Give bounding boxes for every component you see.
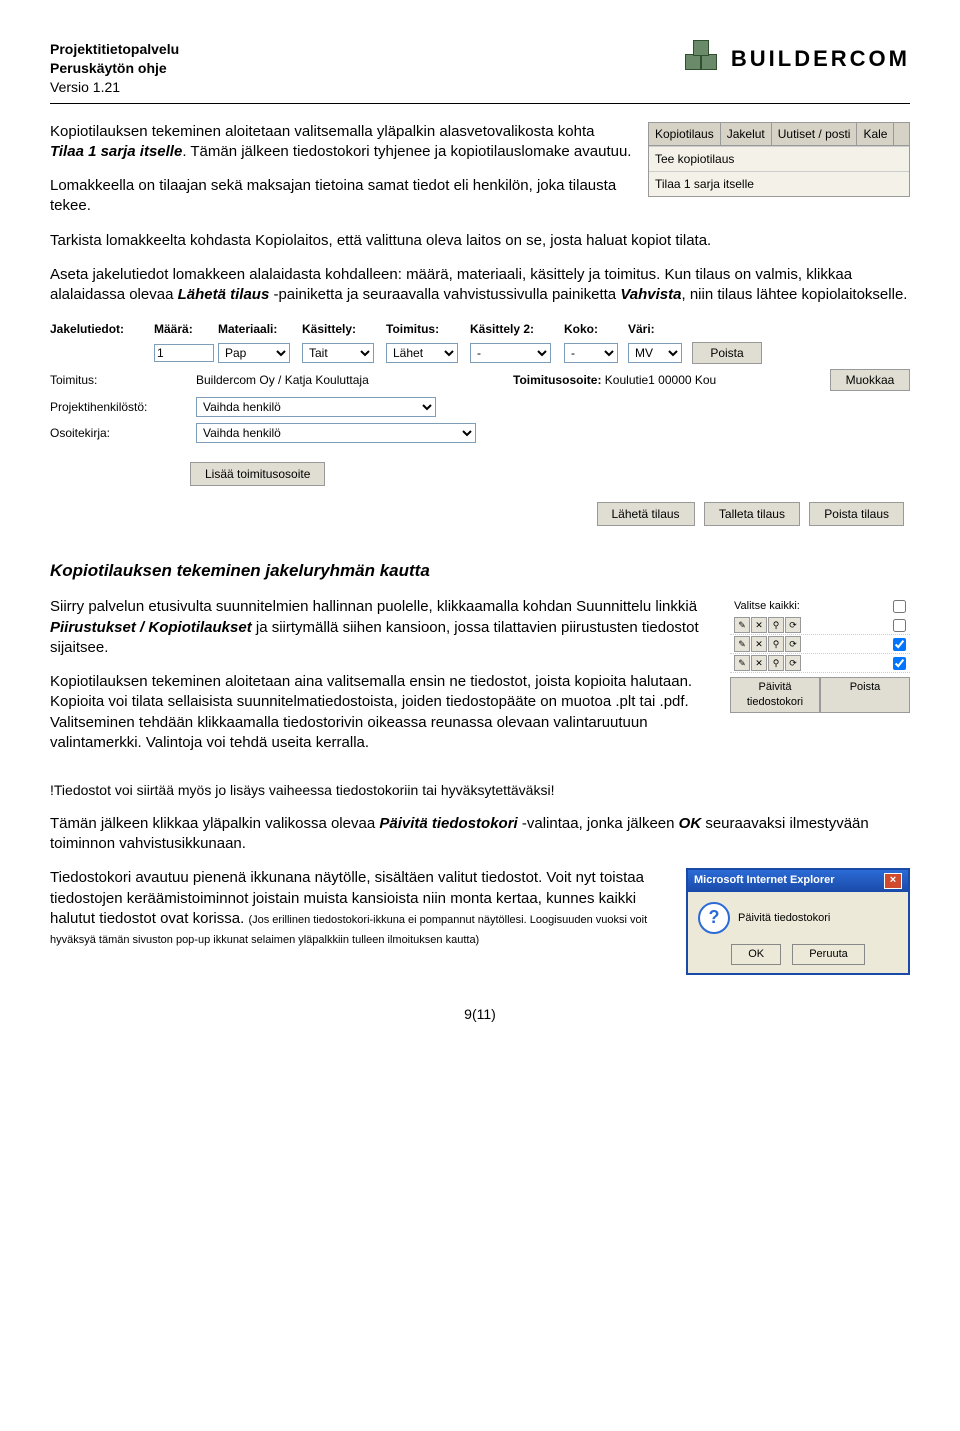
file-checkbox[interactable] xyxy=(893,619,906,632)
qty-input[interactable] xyxy=(154,344,214,362)
refresh-basket-button[interactable]: Päivitä tiedostokori xyxy=(730,677,820,713)
delete-order-button[interactable]: Poista tilaus xyxy=(809,502,904,526)
menu-item[interactable]: Tilaa 1 sarja itselle xyxy=(649,171,909,196)
logo-text: BUILDERCOM xyxy=(731,44,910,74)
delivery-value: Buildercom Oy / Katja Kouluttaja xyxy=(196,372,507,388)
form-label: Väri: xyxy=(628,321,688,337)
select-all-label: Valitse kaikki: xyxy=(734,599,800,614)
file-action-icons[interactable]: ✎✕⚲⟳ xyxy=(734,636,802,652)
menu-tab[interactable]: Uutiset / posti xyxy=(772,123,858,145)
save-order-button[interactable]: Talleta tilaus xyxy=(704,502,800,526)
edit-button[interactable]: Muokkaa xyxy=(830,369,910,391)
header-meta: Projektitietopalvelu Peruskäytön ohje Ve… xyxy=(50,40,179,97)
add-address-button[interactable]: Lisää toimitusosoite xyxy=(190,462,325,486)
note: !Tiedostot voi siirtää myös jo lisäys va… xyxy=(50,781,910,800)
handling-select[interactable]: Tait xyxy=(302,343,374,363)
color-select[interactable]: MV xyxy=(628,343,682,363)
form-label: Määrä: xyxy=(154,321,214,337)
doc-title-1: Projektitietopalvelu xyxy=(50,40,179,59)
menu-item[interactable]: Tee kopiotilaus xyxy=(649,146,909,171)
form-label: Jakelutiedot: xyxy=(50,321,150,337)
dialog-title: Microsoft Internet Explorer xyxy=(694,873,835,889)
file-list-screenshot: Valitse kaikki: ✎✕⚲⟳ ✎✕⚲⟳ ✎✕⚲⟳ Päivitä t… xyxy=(730,597,910,713)
menu-screenshot: Kopiotilaus Jakelut Uutiset / posti Kale… xyxy=(648,122,910,198)
handling2-select[interactable]: - xyxy=(470,343,551,363)
file-action-icons[interactable]: ✎✕⚲⟳ xyxy=(734,655,802,671)
paragraph: Tämän jälkeen klikkaa yläpalkin valikoss… xyxy=(50,814,910,855)
menu-tab[interactable]: Jakelut xyxy=(721,123,772,145)
menu-tab[interactable]: Kale xyxy=(857,123,894,145)
file-action-icons[interactable]: ✎✕⚲⟳ xyxy=(734,617,802,633)
delete-row-button[interactable]: Poista xyxy=(692,342,762,364)
send-order-button[interactable]: Lähetä tilaus xyxy=(597,502,695,526)
form-label: Toimitus: xyxy=(386,321,466,337)
doc-version: Versio 1.21 xyxy=(50,78,179,97)
file-checkbox[interactable] xyxy=(893,657,906,670)
delivery-select[interactable]: Lähet xyxy=(386,343,458,363)
cancel-button[interactable]: Peruuta xyxy=(792,944,865,965)
logo-icon xyxy=(685,40,723,78)
page-header: Projektitietopalvelu Peruskäytön ohje Ve… xyxy=(50,40,910,104)
material-select[interactable]: Pap xyxy=(218,343,290,363)
close-icon[interactable]: × xyxy=(884,873,902,889)
address-label: Toimitusosoite: Koulutie1 00000 Kou xyxy=(513,372,824,388)
ok-button[interactable]: OK xyxy=(731,944,781,965)
select-all-checkbox[interactable] xyxy=(893,599,906,614)
person-select[interactable]: Vaihda henkilö xyxy=(196,397,436,417)
form-label: Materiaali: xyxy=(218,321,298,337)
file-checkbox[interactable] xyxy=(893,638,906,651)
remove-button[interactable]: Poista xyxy=(820,677,910,713)
section-heading: Kopiotilauksen tekeminen jakeluryhmän ka… xyxy=(50,560,910,583)
page-number: 9(11) xyxy=(50,1005,910,1024)
question-icon: ? xyxy=(698,902,730,934)
order-form-screenshot: Jakelutiedot: Määrä: Materiaali: Käsitte… xyxy=(50,319,910,530)
form-label: Projektihenkilöstö: xyxy=(50,399,190,415)
logo: BUILDERCOM xyxy=(685,40,910,78)
addressbook-select[interactable]: Vaihda henkilö xyxy=(196,423,476,443)
form-label: Koko: xyxy=(564,321,624,337)
menu-tab[interactable]: Kopiotilaus xyxy=(649,123,721,145)
doc-title-2: Peruskäytön ohje xyxy=(50,59,179,78)
form-label: Osoitekirja: xyxy=(50,425,190,441)
paragraph: Aseta jakelutiedot lomakkeen alalaidasta… xyxy=(50,265,910,306)
dialog-message: Päivitä tiedostokori xyxy=(738,911,830,926)
form-label: Käsittely: xyxy=(302,321,382,337)
form-label: Käsittely 2: xyxy=(470,321,560,337)
paragraph: Tarkista lomakkeelta kohdasta Kopiolaito… xyxy=(50,231,910,251)
form-label: Toimitus: xyxy=(50,372,190,388)
confirm-dialog-screenshot: Microsoft Internet Explorer × ? Päivitä … xyxy=(686,868,910,975)
size-select[interactable]: - xyxy=(564,343,618,363)
